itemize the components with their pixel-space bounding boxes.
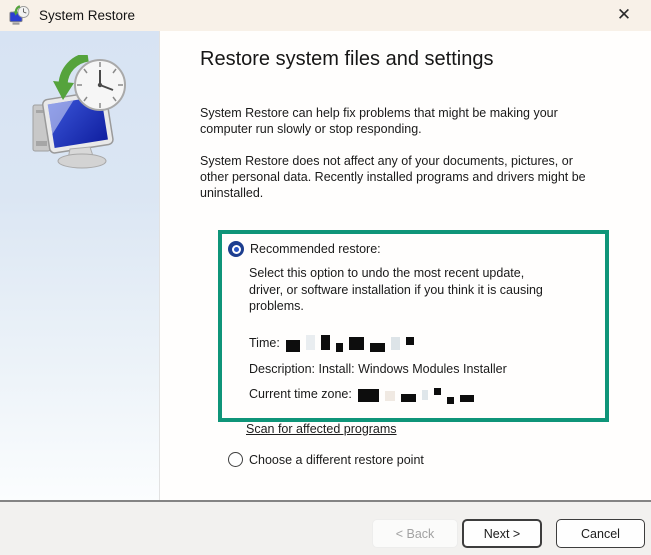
window-title: System Restore xyxy=(39,8,136,23)
scan-for-affected-programs-link[interactable]: Scan for affected programs xyxy=(246,422,397,436)
recommended-restore-highlight-box: Recommended restore: Select this option … xyxy=(218,230,609,422)
main-content: Restore system files and settings System… xyxy=(160,31,651,500)
system-restore-icon xyxy=(30,52,130,170)
choose-different-restore-point-label[interactable]: Choose a different restore point xyxy=(249,453,424,467)
cancel-button[interactable]: Cancel xyxy=(556,519,645,548)
title-bar: System Restore ✕ xyxy=(0,0,651,31)
radio-selected-icon[interactable] xyxy=(228,241,244,257)
redacted-time-value xyxy=(285,335,420,352)
footer-button-bar: < Back Next > Cancel xyxy=(0,500,651,555)
timezone-label: Current time zone: xyxy=(249,387,352,401)
system-restore-window: System Restore ✕ Restore system files an… xyxy=(0,0,651,555)
restore-point-time-row: Time: xyxy=(249,335,420,352)
next-button[interactable]: Next > xyxy=(462,519,542,548)
restore-point-description-row: Description: Install: Windows Modules In… xyxy=(249,362,507,376)
back-button[interactable]: < Back xyxy=(372,519,458,548)
time-label: Time: xyxy=(249,335,280,350)
choose-different-restore-point-option[interactable]: Choose a different restore point xyxy=(228,452,424,467)
recommended-restore-description: Select this option to undo the most rece… xyxy=(249,266,543,313)
page-title: Restore system files and settings xyxy=(200,48,494,70)
sidebar xyxy=(0,31,160,500)
radio-unselected-icon[interactable] xyxy=(228,452,243,467)
current-timezone-row: Current time zone: xyxy=(249,387,480,404)
intro-paragraph-1: System Restore can help fix problems tha… xyxy=(200,106,558,136)
recommended-restore-option[interactable]: Recommended restore: xyxy=(228,241,381,257)
close-icon[interactable]: ✕ xyxy=(612,3,636,27)
intro-paragraph-2: System Restore does not affect any of yo… xyxy=(200,154,586,200)
restore-point-description: Description: Install: Windows Modules In… xyxy=(249,362,507,376)
system-restore-titlebar-icon xyxy=(9,5,30,26)
redacted-timezone-value xyxy=(357,387,480,404)
recommended-restore-label[interactable]: Recommended restore: xyxy=(250,242,381,256)
